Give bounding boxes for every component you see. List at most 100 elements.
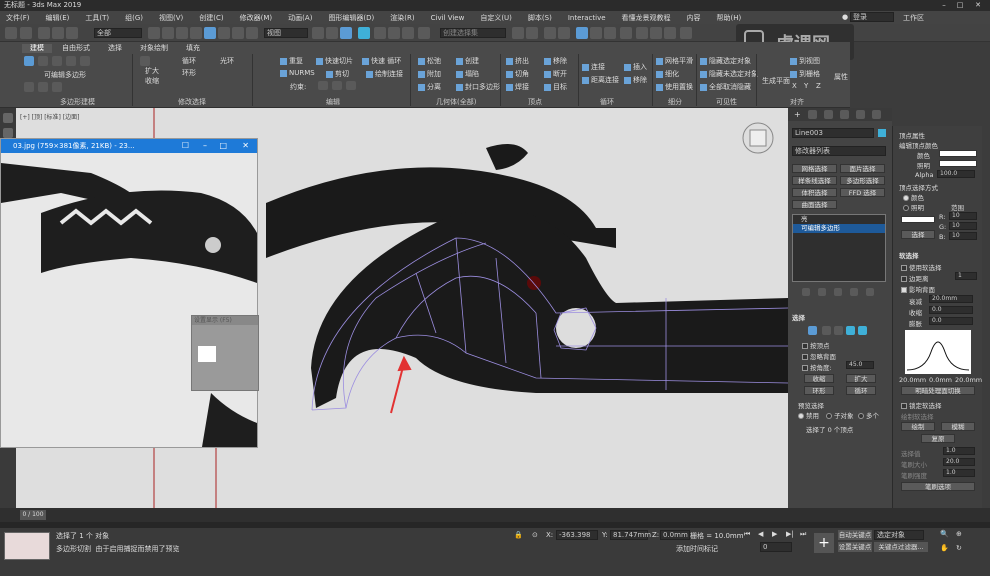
stack-up-icon[interactable]: [38, 82, 48, 92]
ribbon-meshsmooth[interactable]: 网格平滑: [656, 56, 693, 66]
create-tab-icon[interactable]: +: [794, 110, 801, 119]
pan-icon[interactable]: ✋: [940, 544, 949, 552]
display-tab-icon[interactable]: [856, 110, 865, 119]
user-icon[interactable]: ●: [842, 13, 848, 21]
ribbon-halo[interactable]: 光环: [220, 56, 234, 66]
visibility-group-label[interactable]: 可见性: [716, 97, 737, 107]
ribbon-loop[interactable]: 循环: [182, 56, 196, 66]
use-soft-selection-checkbox[interactable]: 使用软选择: [901, 262, 942, 272]
placement-icon[interactable]: [246, 27, 258, 39]
selected-object-dropdown[interactable]: 选定对象: [874, 530, 924, 540]
toggle-scene-explorer-icon[interactable]: [544, 27, 556, 39]
polygon-mode-icon[interactable]: [66, 56, 76, 66]
sub-polygon-icon[interactable]: [846, 326, 855, 335]
ffd-select-button[interactable]: FFD 选择: [840, 188, 885, 197]
menu-help[interactable]: 帮助(H): [711, 13, 752, 23]
ribbon-weld[interactable]: 焊接: [506, 82, 529, 92]
spinner-snap-icon[interactable]: [402, 27, 414, 39]
mini-preview-panel[interactable]: 设置显示 (F5): [191, 315, 259, 391]
key-filters-button[interactable]: 关键点过滤器...: [874, 542, 928, 552]
toggle-layer-explorer-icon[interactable]: [558, 27, 570, 39]
ignore-backfacing-checkbox[interactable]: 忽略背面: [802, 351, 836, 361]
configure-sets-icon[interactable]: [866, 288, 874, 296]
revert-button[interactable]: 复原: [921, 434, 955, 443]
schematic-view-icon[interactable]: [604, 27, 616, 39]
align-icon[interactable]: [526, 27, 538, 39]
curve-editor-icon[interactable]: [590, 27, 602, 39]
menu-customize[interactable]: 自定义(U): [474, 13, 522, 23]
menu-create[interactable]: 创建(C): [193, 13, 233, 23]
modify-tab-icon[interactable]: [808, 110, 817, 119]
snap-toggle-icon[interactable]: [358, 27, 370, 39]
reference-coord-dropdown[interactable]: 视图: [264, 28, 308, 38]
edge-distance-spinner[interactable]: 1: [955, 272, 977, 280]
view-cube[interactable]: [742, 122, 774, 154]
polygon-modeling-group-label[interactable]: 多边形建模: [60, 97, 95, 107]
menu-group[interactable]: 组(G): [119, 13, 153, 23]
ribbon-tab-populate[interactable]: 填充: [178, 44, 208, 53]
keyboard-shortcut-icon[interactable]: [340, 27, 352, 39]
sub-edge-icon[interactable]: [822, 326, 831, 335]
edge-mode-icon[interactable]: [38, 56, 48, 66]
mesh-select-button[interactable]: 网格选择: [792, 164, 837, 173]
modifier-stack[interactable]: 亮 可编辑多边形: [792, 214, 886, 282]
range-b-spinner[interactable]: 10: [949, 232, 977, 240]
selection-rollout-title[interactable]: 选择: [792, 312, 805, 322]
viewer-pin-icon[interactable]: ☐: [182, 139, 189, 153]
ribbon-detach[interactable]: 分离: [418, 82, 441, 92]
edit-group-label[interactable]: 编辑: [326, 97, 340, 107]
lock-soft-selection-checkbox[interactable]: 锁定软选择: [901, 400, 942, 410]
range-r-spinner[interactable]: 10: [949, 212, 977, 220]
stack-down-icon[interactable]: [52, 82, 62, 92]
named-selection-set-dropdown[interactable]: 创建选择集: [440, 28, 506, 38]
make-unique-icon[interactable]: [834, 288, 842, 296]
ribbon-align-z[interactable]: Z: [816, 82, 821, 90]
ribbon-loop-remove[interactable]: 移除: [624, 75, 647, 85]
prev-frame-icon[interactable]: ◀: [758, 530, 763, 538]
preview-multi-radio[interactable]: 多个: [858, 410, 879, 420]
select-color-swatch[interactable]: [901, 216, 935, 223]
ribbon-cut[interactable]: 剪切: [326, 69, 349, 79]
window-crossing-icon[interactable]: [190, 27, 202, 39]
ribbon-hide-selected[interactable]: 隐藏选定对象: [700, 56, 751, 66]
unlink-icon[interactable]: [52, 27, 64, 39]
object-color-swatch[interactable]: [878, 129, 886, 137]
sub-vertex-icon[interactable]: [808, 326, 817, 335]
edge-distance-checkbox[interactable]: 边距离: [901, 273, 929, 283]
goto-end-icon[interactable]: ⏭: [800, 530, 806, 539]
poly-select-button[interactable]: 多边形选择: [840, 176, 885, 185]
absolute-mode-icon[interactable]: ⊙: [532, 531, 538, 539]
menu-edit[interactable]: 编辑(E): [40, 13, 80, 23]
ribbon-to-grid[interactable]: 到栅格: [790, 69, 820, 79]
selection-filter-dropdown[interactable]: 全部: [94, 28, 142, 38]
toggle-ribbon-icon[interactable]: [576, 27, 588, 39]
ribbon-align-x[interactable]: X: [792, 82, 797, 90]
ribbon-relax[interactable]: 松弛: [418, 56, 441, 66]
ribbon-hide-unselected[interactable]: 隐藏未选定对象: [700, 69, 758, 79]
vol-select-button[interactable]: 体积选择: [792, 188, 837, 197]
angle-spinner[interactable]: 45.0: [846, 361, 874, 369]
select-by-color-button[interactable]: 选择: [901, 230, 935, 239]
select-manipulate-icon[interactable]: [326, 27, 338, 39]
pivot-icon[interactable]: [312, 27, 324, 39]
surface-select-button[interactable]: 曲面选择: [792, 200, 837, 209]
loops-group-label[interactable]: 循环: [600, 97, 614, 107]
menu-animation[interactable]: 动画(A): [282, 13, 322, 23]
falloff-spinner[interactable]: 20.0mm: [929, 295, 973, 303]
pin-stack-icon[interactable]: [802, 288, 810, 296]
time-slider-thumb[interactable]: 0 / 100: [20, 510, 46, 520]
image-viewer-window[interactable]: 03.jpg (759×381像素, 21KB) - 23... ☐ – □ ✕: [0, 138, 258, 453]
edit-named-selection-icon[interactable]: [418, 27, 430, 39]
ribbon-tab-object-paint[interactable]: 对象绘制: [132, 44, 176, 53]
ribbon-unhide-all[interactable]: 全部取消隐藏: [700, 82, 751, 92]
menu-scripting[interactable]: 脚本(S): [522, 13, 562, 23]
menu-content[interactable]: 内容: [681, 13, 711, 23]
motion-tab-icon[interactable]: [840, 110, 849, 119]
material-editor-icon[interactable]: [620, 27, 632, 39]
goto-start-icon[interactable]: ⏮: [744, 530, 750, 539]
illum-color-swatch[interactable]: [939, 160, 977, 167]
element-mode-icon[interactable]: [80, 56, 90, 66]
subdivision-group-label[interactable]: 细分: [668, 97, 682, 107]
ribbon-shrink[interactable]: 收缩: [145, 76, 159, 86]
constraint-edge-icon[interactable]: [332, 81, 342, 90]
